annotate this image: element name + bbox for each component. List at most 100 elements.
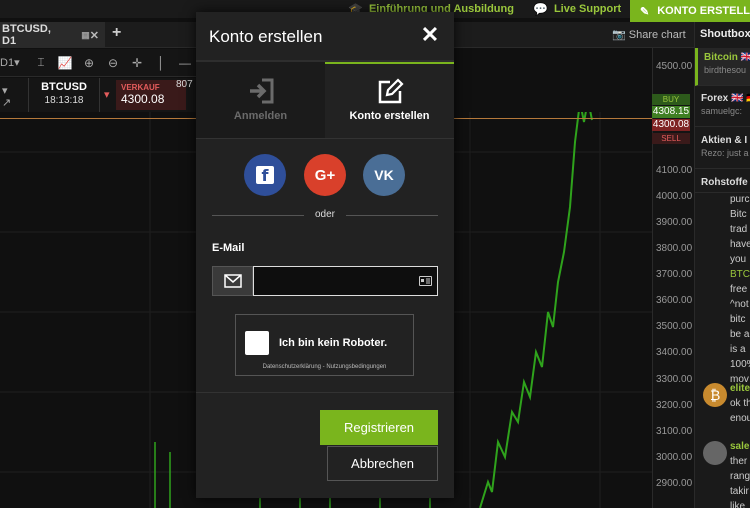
share-chart-button[interactable]: 📷 Share chart xyxy=(612,28,686,41)
tab-btcusd[interactable]: BTCUSD, D1 ▦ ✕ xyxy=(0,22,105,48)
tab-create-account[interactable]: Konto erstellen xyxy=(325,62,454,138)
quantity[interactable]: 807 xyxy=(176,79,193,90)
create-account-cta[interactable]: ✎ KONTO ERSTELLEN xyxy=(630,0,750,22)
google-plus-login-button[interactable]: G+ xyxy=(304,154,346,196)
avatar[interactable]: ₿ xyxy=(703,383,727,407)
vk-icon: VK xyxy=(374,167,394,183)
nav-live-support[interactable]: 💬 Live Support xyxy=(533,0,621,18)
divider xyxy=(196,392,454,393)
open-external-icon[interactable]: ↗ xyxy=(2,96,11,109)
sign-in-icon xyxy=(196,76,325,106)
axis-tick: 4000.00 xyxy=(656,191,693,202)
room-bitcoin[interactable]: Bitcoin 🇬🇧 birdthesou xyxy=(695,48,750,86)
axis-tick: 3200.00 xyxy=(656,400,693,411)
axis-tick: 4500.00 xyxy=(656,61,693,72)
symbol-name: BTCUSD xyxy=(41,81,87,93)
email-field[interactable] xyxy=(253,266,438,296)
shoutbox-title: Shoutbox: xyxy=(700,28,750,40)
message-author[interactable]: elite xyxy=(730,381,750,396)
avatar[interactable] xyxy=(703,441,727,465)
facebook-icon: f xyxy=(256,166,274,185)
message-line: be a xyxy=(730,329,750,340)
sell-dropdown-icon[interactable]: ▾ xyxy=(104,88,110,101)
room-last: birdthesou xyxy=(704,65,747,75)
sell-label: VERKAUF xyxy=(121,83,160,92)
indicator-icon[interactable]: 📈 xyxy=(54,52,76,74)
chart-type-icon[interactable]: ⌶ xyxy=(30,52,52,74)
room-forex[interactable]: Forex 🇬🇧 🇩🇪 samuelgc: xyxy=(695,89,750,127)
message-line: enou xyxy=(730,413,750,424)
symbol-time: 18:13:18 xyxy=(44,95,84,106)
chart-toolbar: D1 ▾ ⌶ 📈 ⊕ ⊖ ✛ │ — xyxy=(0,49,196,77)
or-label: oder xyxy=(314,209,335,220)
price-line xyxy=(479,99,593,508)
nav-live-support-label: Live Support xyxy=(553,3,622,15)
tab-create-account-label: Konto erstellen xyxy=(349,110,430,122)
room-commodities[interactable]: Rohstoffe xyxy=(695,173,750,193)
divider xyxy=(196,138,454,139)
close-tab-icon[interactable]: ✕ xyxy=(90,29,99,42)
divider xyxy=(346,215,438,216)
message-block: elite ok th enou xyxy=(730,381,750,426)
message-line: rang xyxy=(730,471,750,482)
message-line: bitc xyxy=(730,314,746,325)
message-line: is a xyxy=(730,344,746,355)
message-line: trad xyxy=(730,224,748,235)
facebook-login-button[interactable]: f xyxy=(244,154,286,196)
timeframe-label: D1 xyxy=(0,56,15,69)
recaptcha-checkbox[interactable] xyxy=(245,331,269,355)
modal-title: Konto erstellen xyxy=(209,27,323,46)
axis-tick: 3500.00 xyxy=(656,321,693,332)
message-line: ok th xyxy=(730,398,750,409)
timeframe-select[interactable]: D1 ▾ xyxy=(0,52,28,74)
add-tab-button[interactable]: + xyxy=(112,24,121,42)
message-text: purc Bitc trad have you BTC free ^not bi… xyxy=(730,192,750,387)
room-stocks[interactable]: Aktien & I Rezo: just a xyxy=(695,131,750,169)
recaptcha-links[interactable]: Datenschutzerklärung - Nutzungsbedingung… xyxy=(235,364,414,370)
axis-tick: 2900.00 xyxy=(656,478,693,489)
envelope-icon xyxy=(212,266,253,296)
message-link[interactable]: BTC xyxy=(730,267,750,282)
divider xyxy=(212,215,304,216)
buy-axis-label[interactable]: BUY xyxy=(652,94,690,105)
cancel-button[interactable]: Abbrechen xyxy=(327,446,438,481)
message-block: sale ther rang takir like xyxy=(730,439,750,508)
chat-icon: 💬 xyxy=(533,2,548,16)
axis-tick: 3100.00 xyxy=(656,426,693,437)
recaptcha-label: Ich bin kein Roboter. xyxy=(279,337,388,349)
axis-tick: 3300.00 xyxy=(656,374,693,385)
zoom-in-icon[interactable]: ⊕ xyxy=(78,52,100,74)
zoom-out-icon[interactable]: ⊖ xyxy=(102,52,124,74)
message-author[interactable]: sale xyxy=(730,439,750,454)
buy-axis-price: 4308.15 xyxy=(652,106,690,118)
message-line: have xyxy=(730,239,750,250)
contact-card-icon[interactable] xyxy=(419,276,432,286)
vk-login-button[interactable]: VK xyxy=(363,154,405,196)
crosshair-icon[interactable]: ✛ xyxy=(126,52,148,74)
horizontal-line-icon[interactable]: — xyxy=(174,52,196,74)
axis-tick: 3600.00 xyxy=(656,295,693,306)
sell-axis-label[interactable]: SELL xyxy=(652,133,690,144)
camera-icon: 📷 xyxy=(612,29,626,41)
edit-icon: ✎ xyxy=(640,5,650,18)
trading-app: 🎓 Einführung und Ausbildung 💬 Live Suppo… xyxy=(0,0,750,508)
share-chart-label: Share chart xyxy=(628,29,686,41)
tab-login[interactable]: Anmelden xyxy=(196,62,325,138)
room-last: Rezo: just a xyxy=(701,148,749,158)
axis-tick: 3900.00 xyxy=(656,217,693,228)
grid-icon[interactable]: ▦ xyxy=(81,30,90,41)
bitcoin-icon: ₿ xyxy=(710,388,720,404)
register-button[interactable]: Registrieren xyxy=(320,410,438,445)
axis-tick: 3800.00 xyxy=(656,243,693,254)
message-line: purc xyxy=(730,194,750,205)
message-line: 100% xyxy=(730,359,750,370)
vertical-line-icon[interactable]: │ xyxy=(150,52,172,74)
message-line: takir xyxy=(730,486,749,497)
message-line: like xyxy=(730,501,746,508)
sell-axis-price: 4300.08 xyxy=(652,119,690,131)
tab-btcusd-label: BTCUSD, D1 xyxy=(2,23,51,47)
room-name: Forex 🇬🇧 🇩🇪 xyxy=(701,93,750,104)
message-line: ^not xyxy=(730,299,749,310)
create-account-cta-label: KONTO ERSTELLEN xyxy=(657,5,750,17)
close-icon[interactable]: ✕ xyxy=(420,22,440,48)
